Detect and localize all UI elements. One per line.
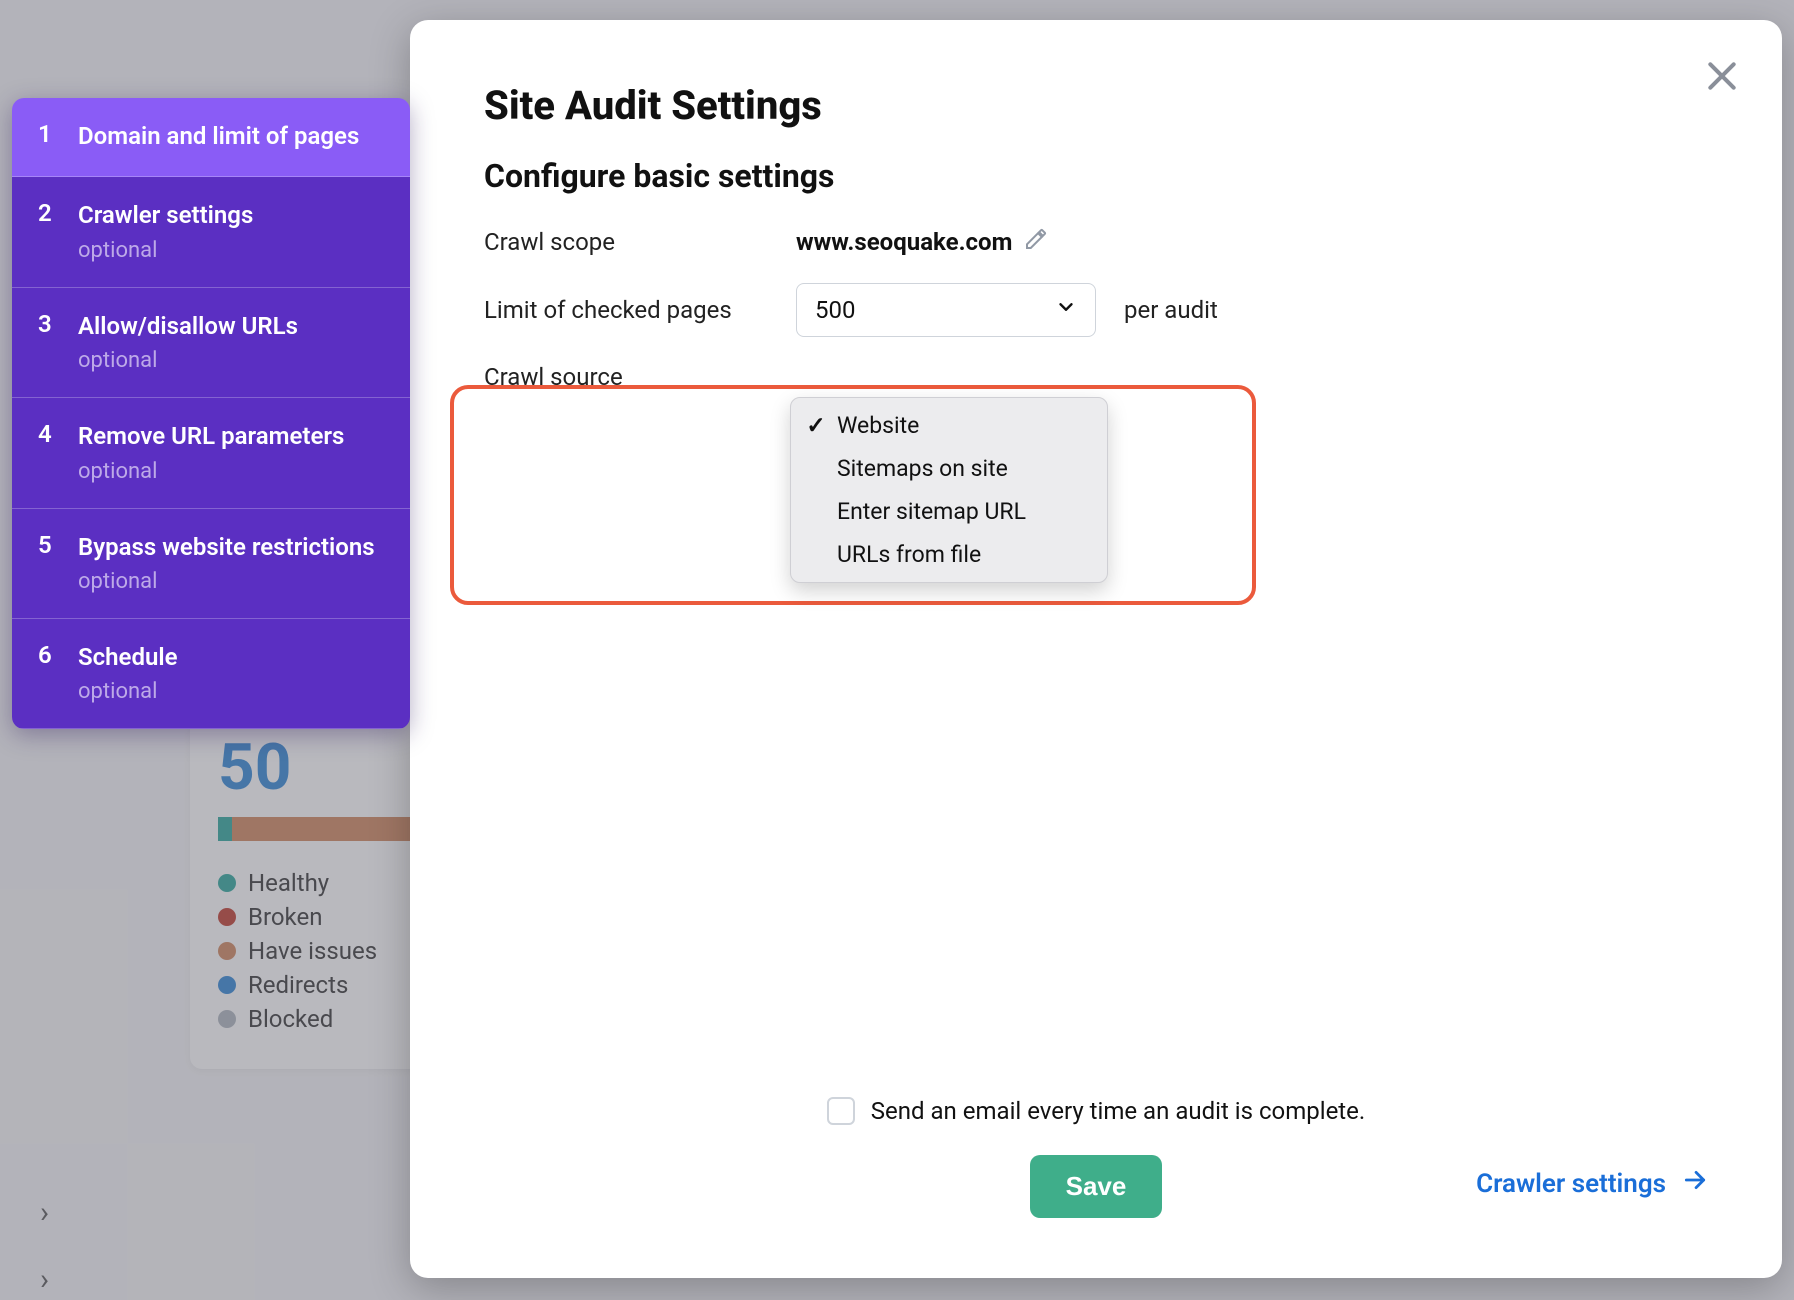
crawl-source-row: Crawl source (484, 363, 1708, 391)
dropdown-option-urls-from-file[interactable]: URLs from file (791, 533, 1107, 576)
save-button[interactable]: Save (1030, 1155, 1163, 1218)
limit-pages-value: 500 (815, 296, 855, 324)
close-icon[interactable] (1702, 56, 1742, 96)
step-number: 1 (38, 120, 56, 152)
email-notification-row: Send an email every time an audit is com… (827, 1097, 1365, 1125)
crawler-settings-link[interactable]: Crawler settings (1476, 1167, 1708, 1200)
step-subtitle: optional (78, 238, 384, 263)
pencil-icon[interactable] (1024, 227, 1048, 257)
step-number: 5 (38, 531, 56, 594)
step-subtitle: optional (78, 348, 384, 373)
step-number: 6 (38, 641, 56, 704)
next-link-label: Crawler settings (1476, 1169, 1666, 1199)
crawl-scope-label: Crawl scope (484, 228, 768, 256)
dropdown-option-enter-sitemap-url[interactable]: Enter sitemap URL (791, 490, 1107, 533)
site-audit-settings-modal: Site Audit Settings Configure basic sett… (410, 20, 1782, 1278)
chevron-down-icon (1055, 296, 1077, 324)
option-label: Sitemaps on site (837, 455, 1008, 482)
step-number: 2 (38, 199, 56, 262)
step-subtitle: optional (78, 679, 384, 704)
crawl-source-dropdown: ✓ Website Sitemaps on site Enter sitemap… (790, 397, 1108, 583)
step-schedule[interactable]: 6 Schedule optional (12, 619, 410, 729)
check-icon: ✓ (805, 412, 827, 439)
step-subtitle: optional (78, 569, 384, 594)
step-title: Remove URL parameters (78, 420, 384, 452)
step-number: 4 (38, 420, 56, 483)
crawl-scope-value: www.seoquake.com (796, 228, 1012, 256)
step-title: Allow/disallow URLs (78, 310, 384, 342)
email-checkbox-label: Send an email every time an audit is com… (871, 1097, 1365, 1125)
arrow-right-icon (1682, 1167, 1708, 1200)
step-title: Crawler settings (78, 199, 384, 231)
settings-steps-sidebar: 1 Domain and limit of pages 2 Crawler se… (12, 98, 410, 729)
dropdown-option-sitemaps-on-site[interactable]: Sitemaps on site (791, 447, 1107, 490)
step-title: Schedule (78, 641, 384, 673)
limit-pages-label: Limit of checked pages (484, 296, 768, 324)
option-label: URLs from file (837, 541, 981, 568)
crawl-source-label: Crawl source (484, 363, 768, 391)
limit-suffix: per audit (1124, 296, 1218, 324)
step-domain-and-limit[interactable]: 1 Domain and limit of pages (12, 98, 410, 177)
limit-pages-row: Limit of checked pages 500 per audit (484, 283, 1708, 337)
step-title: Domain and limit of pages (78, 120, 384, 152)
step-number: 3 (38, 310, 56, 373)
step-crawler-settings[interactable]: 2 Crawler settings optional (12, 177, 410, 287)
email-checkbox[interactable] (827, 1097, 855, 1125)
modal-title: Site Audit Settings (484, 82, 1708, 129)
dropdown-option-website[interactable]: ✓ Website (791, 404, 1107, 447)
limit-pages-select[interactable]: 500 (796, 283, 1096, 337)
step-allow-disallow-urls[interactable]: 3 Allow/disallow URLs optional (12, 288, 410, 398)
crawl-scope-row: Crawl scope www.seoquake.com (484, 227, 1708, 257)
modal-subtitle: Configure basic settings (484, 157, 1708, 195)
step-title: Bypass website restrictions (78, 531, 384, 563)
option-label: Enter sitemap URL (837, 498, 1026, 525)
step-remove-url-parameters[interactable]: 4 Remove URL parameters optional (12, 398, 410, 508)
step-subtitle: optional (78, 459, 384, 484)
step-bypass-restrictions[interactable]: 5 Bypass website restrictions optional (12, 509, 410, 619)
option-label: Website (837, 412, 919, 439)
